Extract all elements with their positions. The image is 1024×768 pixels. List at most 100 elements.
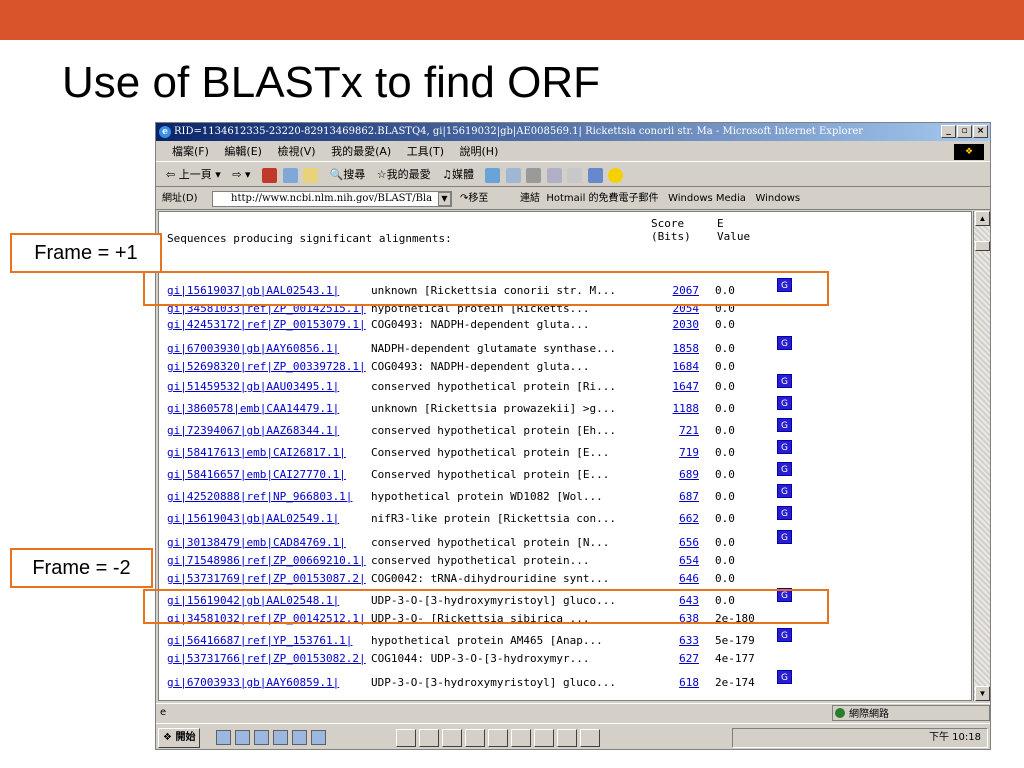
gene-link-badge[interactable]: G bbox=[777, 530, 792, 544]
scroll-up-button[interactable]: ▲ bbox=[975, 211, 990, 226]
search-button[interactable]: 🔍搜尋 bbox=[330, 163, 366, 187]
task-button[interactable] bbox=[419, 729, 439, 747]
menu-tools[interactable]: 工具(T) bbox=[407, 145, 444, 158]
scroll-down-button[interactable]: ▼ bbox=[975, 686, 990, 701]
window-titlebar[interactable]: e RID=1134612335-23220-82913469862.BLAST… bbox=[156, 123, 990, 141]
gene-link-badge[interactable]: G bbox=[777, 670, 792, 684]
score-link[interactable]: 662 bbox=[657, 512, 715, 526]
score-link[interactable]: 1188 bbox=[657, 402, 715, 416]
gene-link-badge[interactable]: G bbox=[777, 462, 792, 476]
score-link[interactable]: 2030 bbox=[657, 318, 715, 332]
score-link[interactable]: 654 bbox=[657, 554, 715, 568]
accession-link[interactable]: gi|58416657|emb|CAI27770.1| bbox=[167, 468, 371, 482]
task-button[interactable] bbox=[442, 729, 462, 747]
score-link[interactable]: 633 bbox=[657, 634, 715, 648]
accession-link[interactable]: gi|67003933|gb|AAY60859.1| bbox=[167, 676, 371, 690]
highlight-frame-plus bbox=[143, 271, 829, 306]
accession-link[interactable]: gi|51459532|gb|AAU03495.1| bbox=[167, 380, 371, 394]
refresh-icon[interactable] bbox=[282, 167, 298, 183]
score-link[interactable]: 656 bbox=[657, 536, 715, 550]
gene-link-badge[interactable]: G bbox=[777, 396, 792, 410]
address-input[interactable]: http://www.ncbi.nlm.nih.gov/BLAST/Bla bbox=[212, 191, 452, 207]
menu-help[interactable]: 說明(H) bbox=[460, 145, 499, 158]
gene-link-badge[interactable]: G bbox=[777, 418, 792, 432]
score-link[interactable]: 721 bbox=[657, 424, 715, 438]
vertical-scrollbar[interactable]: ▲ ▼ bbox=[973, 211, 990, 701]
score-link[interactable]: 719 bbox=[657, 446, 715, 460]
menu-edit[interactable]: 編輯(E) bbox=[224, 145, 262, 158]
menu-file[interactable]: 檔案(F) bbox=[172, 145, 209, 158]
task-button[interactable] bbox=[396, 729, 416, 747]
task-button[interactable] bbox=[580, 729, 600, 747]
quicklaunch-icon[interactable] bbox=[216, 730, 231, 745]
favorites-button[interactable]: ☆我的最愛 bbox=[377, 163, 431, 187]
score-link[interactable]: 1684 bbox=[657, 360, 715, 374]
messenger-icon[interactable] bbox=[587, 167, 603, 183]
hit-description: UDP-3-O-[3-hydroxymyristoyl] gluco... bbox=[371, 676, 617, 689]
task-button[interactable] bbox=[557, 729, 577, 747]
print-icon[interactable] bbox=[526, 167, 542, 183]
gene-link-badge[interactable]: G bbox=[777, 484, 792, 498]
accession-link[interactable]: gi|53731769|ref|ZP_00153087.2| bbox=[167, 572, 371, 586]
media-button[interactable]: ♫媒體 bbox=[442, 163, 474, 187]
go-button[interactable]: ↷移至 bbox=[460, 188, 488, 210]
accession-link[interactable]: gi|42520888|ref|NP_966803.1| bbox=[167, 490, 371, 504]
table-row: gi|56416687|ref|YP_153761.1| hypothetical… bbox=[167, 634, 775, 648]
task-button[interactable] bbox=[465, 729, 485, 747]
menu-favorites[interactable]: 我的最愛(A) bbox=[331, 145, 391, 158]
score-link[interactable]: 689 bbox=[657, 468, 715, 482]
score-link[interactable]: 618 bbox=[657, 676, 715, 690]
accession-link[interactable]: gi|52698320|ref|ZP_00339728.1| bbox=[167, 360, 371, 374]
forward-button[interactable]: ⇨ ▾ bbox=[232, 163, 250, 187]
quicklaunch-icon[interactable] bbox=[254, 730, 269, 745]
accession-link[interactable]: gi|58417613|emb|CAI26817.1| bbox=[167, 446, 371, 460]
task-button[interactable] bbox=[511, 729, 531, 747]
accession-link[interactable]: gi|30138479|emb|CAD84769.1| bbox=[167, 536, 371, 550]
quicklaunch-icon[interactable] bbox=[292, 730, 307, 745]
accession-link[interactable]: gi|71548986|ref|ZP_00669210.1| bbox=[167, 554, 371, 568]
smiley-icon[interactable] bbox=[608, 167, 624, 183]
address-dropdown[interactable]: ▼ bbox=[438, 192, 451, 206]
quicklaunch-icon[interactable] bbox=[311, 730, 326, 745]
accession-link[interactable]: gi|3860578|emb|CAA14479.1| bbox=[167, 402, 371, 416]
minimize-button[interactable]: _ bbox=[941, 125, 956, 138]
score-link[interactable]: 1647 bbox=[657, 380, 715, 394]
home-icon[interactable] bbox=[303, 167, 318, 183]
history-icon[interactable] bbox=[485, 167, 501, 183]
gene-link-badge[interactable]: G bbox=[777, 440, 792, 454]
edit-icon[interactable] bbox=[546, 167, 562, 183]
score-link[interactable]: 687 bbox=[657, 490, 715, 504]
accession-link[interactable]: gi|56416687|ref|YP_153761.1| bbox=[167, 634, 371, 648]
back-button[interactable]: ⇦ 上一頁 ▾ bbox=[166, 163, 221, 187]
start-button[interactable]: ❖ 開始 bbox=[158, 728, 201, 748]
mail-icon[interactable] bbox=[505, 167, 521, 183]
link-windows-media[interactable]: Windows Media bbox=[668, 193, 746, 204]
link-windows[interactable]: Windows bbox=[755, 193, 800, 204]
gene-link-badge[interactable]: G bbox=[777, 374, 792, 388]
restore-button[interactable]: ▫ bbox=[957, 125, 972, 138]
quicklaunch-icon[interactable] bbox=[273, 730, 288, 745]
gene-link-badge[interactable]: G bbox=[777, 336, 792, 350]
score-link[interactable]: 646 bbox=[657, 572, 715, 586]
scroll-thumb[interactable] bbox=[975, 241, 990, 251]
accession-link[interactable]: gi|67003930|gb|AAY60856.1| bbox=[167, 342, 371, 356]
score-link[interactable]: 627 bbox=[657, 652, 715, 666]
accession-link[interactable]: gi|42453172|ref|ZP_00153079.1| bbox=[167, 318, 371, 332]
close-button[interactable]: × bbox=[973, 125, 988, 138]
quicklaunch-icon[interactable] bbox=[235, 730, 250, 745]
gene-link-badge[interactable]: G bbox=[777, 506, 792, 520]
accession-link[interactable]: gi|53731766|ref|ZP_00153082.2| bbox=[167, 652, 371, 666]
accession-link[interactable]: gi|72394067|gb|AAZ68344.1| bbox=[167, 424, 371, 438]
discuss-icon[interactable] bbox=[567, 167, 583, 183]
hit-description: conserved hypothetical protein... bbox=[371, 554, 590, 567]
hit-description: Conserved hypothetical protein [E... bbox=[371, 468, 610, 481]
gene-link-badge[interactable]: G bbox=[777, 628, 792, 642]
task-button[interactable] bbox=[534, 729, 554, 747]
accession-link[interactable]: gi|15619043|gb|AAL02549.1| bbox=[167, 512, 371, 526]
stop-icon[interactable] bbox=[262, 167, 277, 183]
menu-view[interactable]: 檢視(V) bbox=[277, 145, 315, 158]
link-hotmail[interactable]: Hotmail 的免費電子郵件 bbox=[546, 193, 658, 204]
windows-logo-icon: ❖ bbox=[954, 144, 984, 160]
score-link[interactable]: 1858 bbox=[657, 342, 715, 356]
task-button[interactable] bbox=[488, 729, 508, 747]
